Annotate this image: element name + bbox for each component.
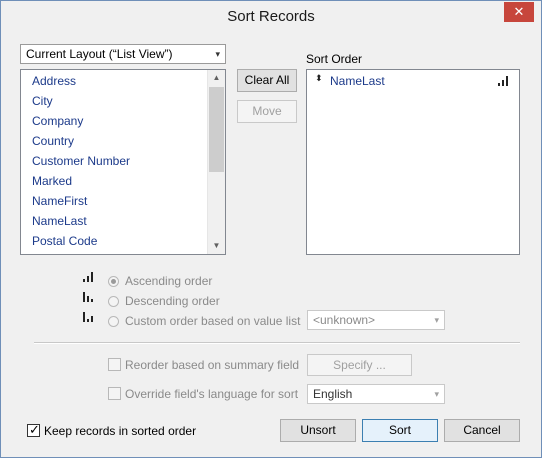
value-list-value: <unknown> [313, 313, 376, 327]
scroll-up-icon[interactable]: ▲ [208, 73, 225, 82]
ascending-sort-icon [498, 76, 510, 86]
reorder-summary-checkbox[interactable] [108, 358, 121, 371]
keep-sorted-checkbox[interactable]: ✓ [27, 422, 40, 437]
override-language-checkbox[interactable] [108, 387, 121, 400]
list-item[interactable]: City [32, 94, 53, 108]
ascending-order-label: Ascending order [125, 274, 213, 288]
list-item[interactable]: NameLast [32, 214, 87, 228]
chevron-down-icon: ▾ [434, 315, 439, 325]
cancel-button[interactable]: Cancel [444, 419, 520, 442]
sort-order-item[interactable]: ⬍ NameLast [307, 70, 519, 90]
checkmark-icon: ✓ [29, 422, 40, 437]
descending-order-icon [83, 292, 95, 302]
custom-order-icon [83, 312, 95, 322]
list-item[interactable]: Customer Number [32, 154, 130, 168]
sort-button[interactable]: Sort [362, 419, 438, 442]
scroll-down-icon[interactable]: ▼ [208, 241, 225, 250]
custom-order-radio[interactable] [108, 316, 119, 327]
field-list-scrollbar[interactable]: ▲ ▼ [207, 70, 225, 254]
sort-order-field: NameLast [330, 74, 385, 88]
list-item[interactable]: Company [32, 114, 83, 128]
descending-order-label: Descending order [125, 294, 220, 308]
field-list[interactable]: Address City Company Country Customer Nu… [20, 69, 226, 255]
field-source-value: Current Layout (“List View”) [26, 47, 173, 61]
chevron-down-icon: ▾ [434, 389, 439, 399]
scroll-thumb[interactable] [209, 87, 224, 172]
list-item[interactable]: Country [32, 134, 74, 148]
ascending-order-icon [83, 272, 95, 282]
sort-records-dialog: Sort Records ✕ Current Layout (“List Vie… [0, 0, 542, 458]
list-item[interactable]: Marked [32, 174, 72, 188]
sort-order-heading: Sort Order [306, 52, 363, 66]
separator [34, 342, 520, 344]
field-source-dropdown[interactable]: Current Layout (“List View”) ▾ [20, 44, 226, 64]
language-value: English [313, 387, 353, 401]
unsort-button[interactable]: Unsort [280, 419, 356, 442]
move-button[interactable]: Move [237, 100, 297, 123]
title-bar: Sort Records ✕ [1, 1, 541, 31]
override-language-label: Override field's language for sort [125, 387, 299, 401]
descending-order-radio[interactable] [108, 296, 119, 307]
keep-sorted-label: Keep records in sorted order [44, 424, 197, 438]
ascending-order-radio[interactable] [108, 276, 119, 287]
value-list-dropdown[interactable]: <unknown> ▾ [307, 310, 445, 330]
dialog-title: Sort Records [227, 8, 315, 25]
language-dropdown[interactable]: English ▾ [307, 384, 445, 404]
close-button[interactable]: ✕ [504, 2, 534, 22]
specify-button[interactable]: Specify ... [307, 354, 412, 376]
list-item[interactable]: Postal Code [32, 234, 97, 248]
drag-handle-icon[interactable]: ⬍ [315, 73, 323, 84]
list-item[interactable]: Address [32, 74, 76, 88]
list-item[interactable]: NameFirst [32, 194, 87, 208]
reorder-summary-label: Reorder based on summary field [125, 358, 300, 372]
chevron-down-icon: ▾ [215, 49, 220, 59]
sort-order-list[interactable]: ⬍ NameLast [306, 69, 520, 255]
radio-selected-dot [111, 279, 116, 284]
clear-all-button[interactable]: Clear All [237, 69, 297, 92]
custom-order-label: Custom order based on value list [125, 314, 301, 328]
